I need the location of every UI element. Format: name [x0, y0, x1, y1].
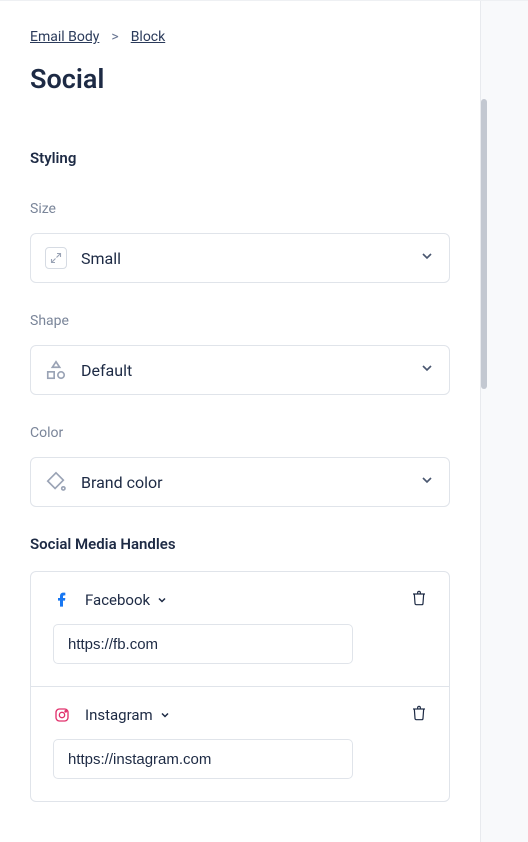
handle-url-input[interactable]: [53, 624, 353, 664]
delete-handle-button[interactable]: [411, 705, 427, 725]
handle-brand-dropdown[interactable]: [159, 706, 171, 725]
shape-label: Shape: [30, 313, 450, 329]
handle-brand-label: Instagram: [85, 706, 153, 724]
breadcrumb-current-link[interactable]: Block: [131, 29, 166, 45]
styling-heading: Styling: [30, 149, 450, 167]
facebook-icon: [53, 591, 71, 609]
handle-url-input[interactable]: [53, 739, 353, 779]
right-gutter: [480, 1, 528, 842]
size-select[interactable]: Small: [30, 233, 450, 283]
delete-handle-button[interactable]: [411, 590, 427, 610]
handles-list: Facebook: [30, 571, 450, 802]
shapes-icon: [45, 359, 67, 381]
handle-brand-dropdown[interactable]: [156, 591, 168, 610]
color-select[interactable]: Brand color: [30, 457, 450, 507]
chevron-down-icon: [419, 248, 435, 268]
handle-brand-label: Facebook: [85, 591, 150, 609]
handles-heading: Social Media Handles: [30, 535, 450, 553]
color-value: Brand color: [81, 473, 419, 492]
breadcrumb-root-link[interactable]: Email Body: [30, 29, 99, 45]
breadcrumb: Email Body > Block: [30, 29, 450, 45]
shape-select[interactable]: Default: [30, 345, 450, 395]
instagram-icon: [53, 706, 71, 724]
shape-value: Default: [81, 361, 419, 380]
handle-row: Facebook: [31, 572, 449, 687]
size-label: Size: [30, 201, 450, 217]
expand-icon: [45, 247, 67, 269]
settings-panel: Email Body > Block Social Styling Size S…: [0, 1, 480, 842]
size-value: Small: [81, 249, 419, 268]
paint-bucket-icon: [45, 471, 67, 493]
handle-row: Instagram: [31, 687, 449, 801]
scrollbar[interactable]: [481, 99, 487, 389]
chevron-down-icon: [419, 472, 435, 492]
color-label: Color: [30, 425, 450, 441]
page-title: Social: [30, 63, 450, 95]
chevron-down-icon: [419, 360, 435, 380]
breadcrumb-separator: >: [111, 29, 118, 45]
